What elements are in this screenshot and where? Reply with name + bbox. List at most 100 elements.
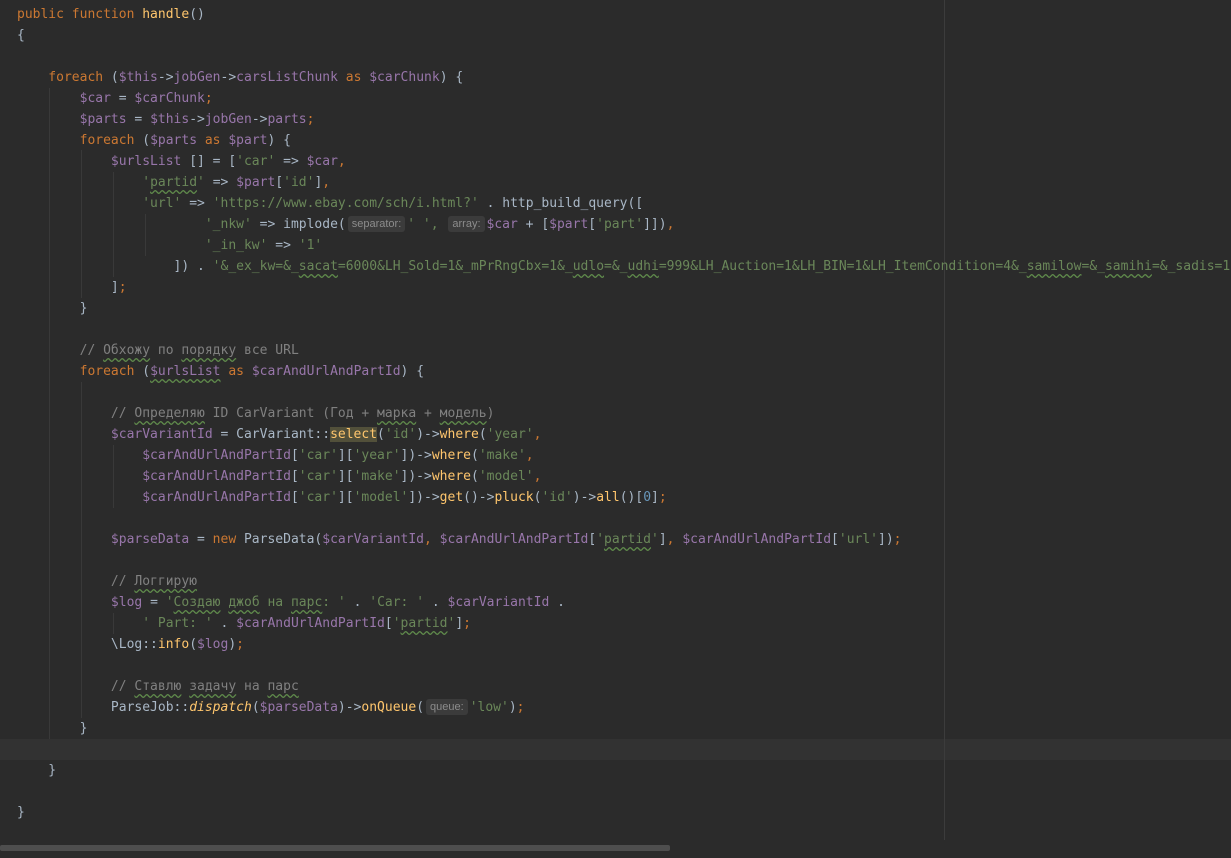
code-token: $urlsList bbox=[17, 154, 190, 169]
parameter-hint: queue: bbox=[426, 699, 468, 715]
code-token: ( bbox=[142, 364, 151, 379]
code-token: ' bbox=[197, 175, 213, 190]
code-token: все URL bbox=[236, 343, 299, 358]
code-token: 'car' bbox=[298, 469, 338, 484]
code-token: [ bbox=[588, 217, 597, 232]
code-line[interactable]: ParseJob::dispatch($parseData)->onQueue(… bbox=[17, 697, 524, 718]
code-line[interactable]: } bbox=[17, 718, 88, 739]
code-line[interactable]: // Ставлю задачу на парс bbox=[17, 676, 299, 697]
code-token: $car bbox=[17, 91, 119, 106]
code-token: as bbox=[220, 364, 252, 379]
code-line[interactable]: $parts = $this->jobGen->parts; bbox=[17, 109, 315, 130]
code-token: ; bbox=[658, 490, 667, 505]
code-token: + bbox=[416, 406, 440, 421]
current-line-highlight bbox=[0, 739, 1231, 760]
code-token: . bbox=[557, 595, 565, 610]
code-token: парс bbox=[290, 595, 323, 610]
code-token: , bbox=[533, 469, 542, 484]
code-token: ' ', bbox=[407, 217, 447, 232]
code-token: pluck bbox=[494, 490, 534, 505]
code-token: ) bbox=[228, 637, 237, 652]
code-token: $carChunk bbox=[369, 70, 440, 85]
code-token: $parseData bbox=[17, 532, 198, 547]
code-line[interactable]: } bbox=[17, 760, 56, 781]
code-token: ParseJob:: bbox=[17, 700, 190, 715]
code-token: ) bbox=[486, 406, 495, 421]
code-token: . bbox=[431, 595, 448, 610]
code-line[interactable]: $parseData = new ParseData($carVariantId… bbox=[17, 529, 902, 550]
code-token: ( bbox=[470, 469, 479, 484]
code-line[interactable]: \Log::info($log); bbox=[17, 634, 244, 655]
code-line[interactable]: ' Part: ' . $carAndUrlAndPartId['partid'… bbox=[17, 613, 471, 634]
code-token: $part bbox=[549, 217, 589, 232]
code-token: на bbox=[236, 679, 268, 694]
code-line[interactable]: foreach ($this->jobGen->carsListChunk as… bbox=[17, 67, 463, 88]
code-line[interactable]: foreach ($parts as $part) { bbox=[17, 130, 291, 151]
code-token: udhi bbox=[627, 259, 659, 274]
code-token: Определяю bbox=[134, 406, 205, 421]
code-token: 'make' bbox=[478, 448, 526, 463]
code-token: ' bbox=[651, 532, 659, 547]
code-token: udlo bbox=[572, 259, 605, 274]
code-line[interactable]: '_in_kw' => '1' bbox=[17, 235, 322, 256]
code-token: \Log:: bbox=[17, 637, 158, 652]
code-line[interactable]: $carAndUrlAndPartId['car']['model'])->ge… bbox=[17, 487, 667, 508]
code-token: $car bbox=[306, 154, 338, 169]
code-token: Ставлю bbox=[134, 679, 182, 694]
code-line[interactable]: 'partid' => $part['id'], bbox=[17, 172, 330, 193]
code-token: 'car' bbox=[236, 154, 284, 169]
code-line[interactable]: // Определяю ID CarVariant (Год + марка … bbox=[17, 403, 495, 424]
code-token: ) bbox=[508, 700, 517, 715]
code-line[interactable]: $carVariantId = CarVariant::select('id')… bbox=[17, 424, 541, 445]
code-token: '_in_kw' bbox=[17, 238, 276, 253]
code-token: . bbox=[353, 595, 370, 610]
code-token: 'id' bbox=[384, 427, 417, 442]
horizontal-scrollbar-thumb[interactable] bbox=[0, 845, 670, 851]
code-line[interactable]: foreach ($urlsList as $carAndUrlAndPartI… bbox=[17, 361, 424, 382]
code-line[interactable]: $urlsList [] = ['car' => $car, bbox=[17, 151, 346, 172]
right-margin-guide bbox=[944, 0, 945, 840]
code-token: () bbox=[189, 7, 205, 22]
code-line[interactable]: '_nkw' => implode(separator: ' ', array: $… bbox=[17, 214, 674, 235]
code-token: ()[ bbox=[619, 490, 644, 505]
code-line[interactable]: $carAndUrlAndPartId['car']['make'])->whe… bbox=[17, 466, 541, 487]
code-line[interactable]: ]; bbox=[17, 277, 127, 298]
parameter-hint: array: bbox=[448, 216, 485, 232]
code-token: =6000&LH_Sold=1&_mPrRngCbx=1&_ bbox=[337, 259, 573, 274]
code-line[interactable]: $log = 'Создаю джоб на парс: ' . 'Car: '… bbox=[17, 592, 565, 613]
code-line[interactable]: 'url' => 'https://www.ebay.com/sch/i.htm… bbox=[17, 193, 643, 214]
code-line[interactable]: // Логгирую bbox=[17, 571, 197, 592]
code-line[interactable]: } bbox=[17, 298, 88, 319]
code-token: ])-> bbox=[400, 469, 432, 484]
code-token: $carVariantId bbox=[447, 595, 558, 610]
code-line[interactable]: $carAndUrlAndPartId['car']['year'])->whe… bbox=[17, 445, 533, 466]
code-token: Логгирую bbox=[134, 574, 198, 589]
code-token: ] bbox=[455, 616, 464, 631]
code-token: => bbox=[283, 154, 307, 169]
code-token: 'part' bbox=[596, 217, 644, 232]
code-token: '_nkw' bbox=[17, 217, 260, 232]
code-token: 'low' bbox=[469, 700, 509, 715]
code-editor[interactable]: public function handle(){ foreach ($this… bbox=[0, 0, 1231, 840]
code-token: 'make' bbox=[353, 469, 401, 484]
code-token: foreach bbox=[17, 133, 143, 148]
code-line[interactable]: ]) . '&_ex_kw=&_sacat=6000&LH_Sold=1&_mP… bbox=[17, 256, 1231, 277]
code-line[interactable]: } bbox=[17, 802, 25, 823]
code-token: 0 bbox=[643, 490, 652, 505]
code-line[interactable]: // Обхожу по порядку все URL bbox=[17, 340, 299, 361]
code-token: ( bbox=[189, 637, 198, 652]
code-token: $part bbox=[228, 133, 268, 148]
code-line[interactable]: $car = $carChunk; bbox=[17, 88, 213, 109]
code-token: парс bbox=[267, 679, 299, 694]
code-line[interactable]: { bbox=[17, 25, 25, 46]
code-token: 'Car: ' bbox=[369, 595, 432, 610]
code-token: , bbox=[666, 532, 683, 547]
code-token: new bbox=[212, 532, 244, 547]
code-token: sacat bbox=[298, 259, 338, 274]
code-token: => implode( bbox=[259, 217, 346, 232]
code-token: ] bbox=[651, 490, 659, 505]
code-line[interactable]: public function handle() bbox=[17, 4, 205, 25]
code-token: Создаю bbox=[173, 595, 221, 610]
code-token: ; bbox=[516, 700, 525, 715]
code-token: where bbox=[439, 427, 479, 442]
